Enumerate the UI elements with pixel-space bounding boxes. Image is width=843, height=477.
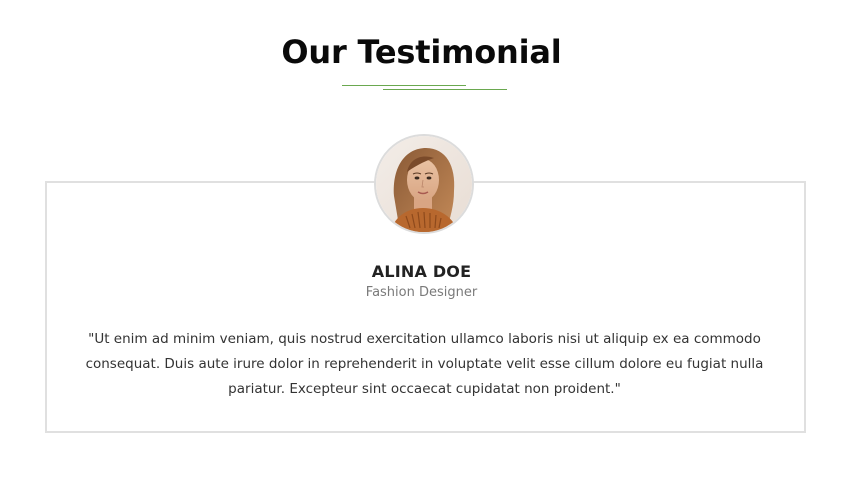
testimonial-name: ALINA DOE [371,262,472,281]
testimonial-role: Fashion Designer [365,285,478,300]
avatar-photo [376,136,472,232]
title-divider-bottom [383,89,507,90]
section-title: Our Testimonial [281,33,562,71]
testimonial-quote: "Ut enim ad minim veniam, quis nostrud e… [85,331,764,397]
avatar [374,134,474,234]
title-divider-top [342,85,466,86]
